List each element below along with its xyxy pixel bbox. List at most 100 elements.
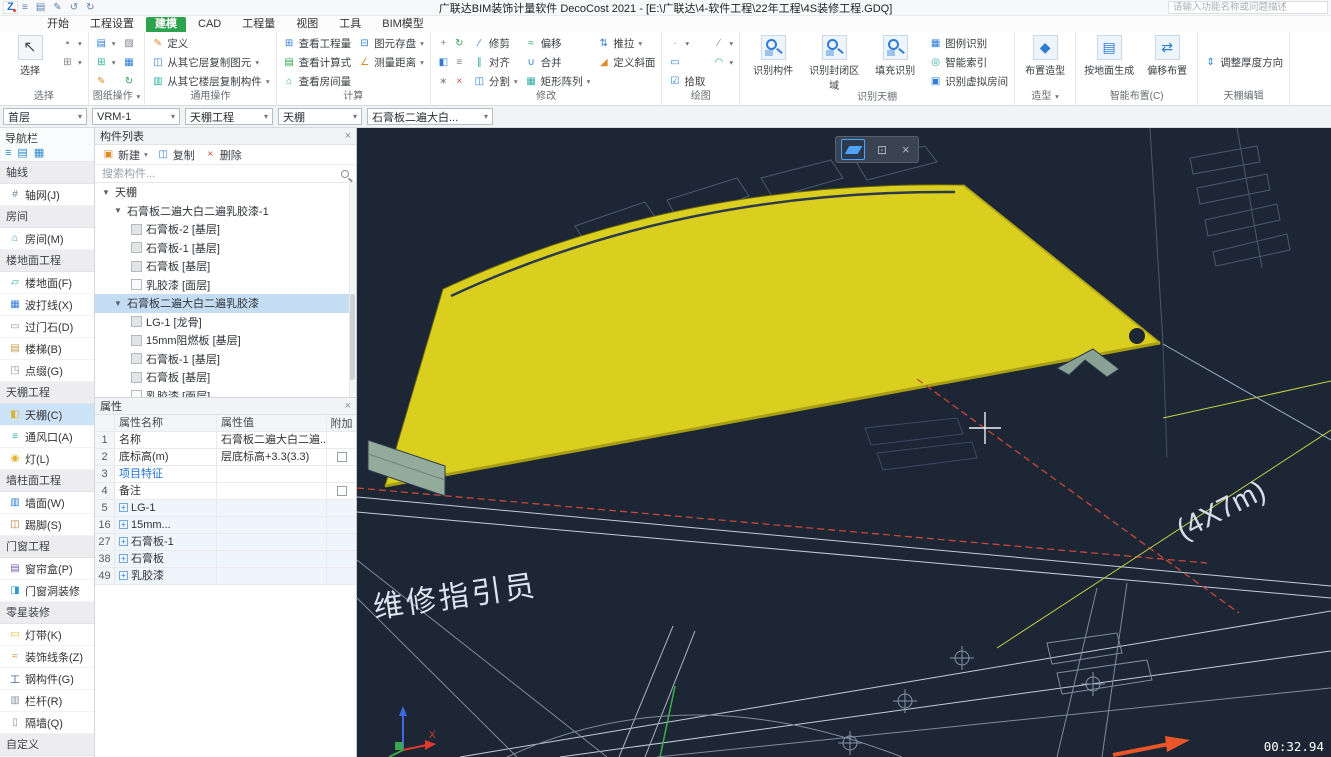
tab-view[interactable]: 视图: [287, 17, 327, 32]
sidebar-item-border-line[interactable]: ▦波打线(X): [0, 294, 94, 316]
sidebar-item-grid[interactable]: #轴网(J): [0, 184, 94, 206]
merge-button[interactable]: ∪合并: [523, 53, 593, 72]
function-search-input[interactable]: [1173, 2, 1323, 13]
pick-region-tool-button[interactable]: ⊡: [870, 139, 894, 160]
sidebar-item-steel-member[interactable]: 工钢构件(G): [0, 668, 94, 690]
expand-icon[interactable]: +: [119, 571, 128, 580]
nav-section-misc-finish[interactable]: 零星装修: [0, 602, 94, 624]
pick-checkbox-row[interactable]: ☑拾取: [666, 72, 707, 91]
tree-leaf[interactable]: 乳胶漆 [面层]: [95, 387, 356, 398]
tree-leaf[interactable]: 石膏板-2 [基层]: [95, 220, 356, 239]
rect-array-button[interactable]: ▦矩形阵列▾: [523, 72, 593, 91]
delete-component-button[interactable]: ×删除: [204, 147, 242, 163]
nav-section-ceiling-works[interactable]: 天棚工程: [0, 382, 94, 404]
undo-icon[interactable]: ↺: [66, 1, 82, 15]
tile-view-icon[interactable]: ▤: [17, 146, 27, 160]
component-search-input[interactable]: [102, 168, 337, 180]
group-label-sheet-ops[interactable]: 图纸操作 ▾: [93, 91, 141, 105]
view-quantity-button[interactable]: ⊞查看工程量: [281, 34, 354, 53]
sidebar-item-railing[interactable]: ▥栏杆(R): [0, 690, 94, 712]
draw-point-button[interactable]: ∙▾: [666, 34, 707, 53]
copy-from-layer-button[interactable]: ◫从其它层复制图元▾: [149, 53, 271, 72]
define-slope-button[interactable]: ◢定义斜面: [595, 53, 657, 72]
tree-scrollbar[interactable]: [349, 183, 356, 397]
expand-icon[interactable]: +: [119, 520, 128, 529]
function-search-box[interactable]: [1168, 1, 1328, 14]
legend-identify-button[interactable]: ▦图例识别: [927, 34, 1010, 53]
sideb​ar-item-vent[interactable]: ≡通风口(A): [0, 426, 94, 448]
box-select-button[interactable]: ⊞▾: [59, 53, 84, 72]
table-button[interactable]: ▦: [121, 53, 138, 72]
view-formula-button[interactable]: ▤查看计算式: [281, 53, 354, 72]
measure-distance-button[interactable]: ∠测量距离▾: [356, 53, 426, 72]
sidebar-item-light[interactable]: ◉灯(L): [0, 448, 94, 470]
edit-icon[interactable]: ✎: [49, 1, 65, 15]
close-icon[interactable]: ×: [345, 131, 351, 142]
tree-node-group2-selected[interactable]: ▼石膏板二遍大白二遍乳胶漆: [95, 294, 356, 313]
define-button[interactable]: ✎定义: [149, 34, 271, 53]
group-label-shape[interactable]: 造型 ▾: [1019, 91, 1071, 105]
scrollbar-thumb[interactable]: [350, 294, 355, 380]
sidebar-item-curtain-box[interactable]: ▤窗帘盒(P): [0, 558, 94, 580]
tab-modeling[interactable]: 建模: [146, 17, 186, 32]
attach-checkbox[interactable]: [337, 452, 347, 462]
tab-cad[interactable]: CAD: [189, 17, 230, 32]
sidebar-item-trim-line[interactable]: ≈装饰线条(Z): [0, 646, 94, 668]
sidebar-item-opening-finish[interactable]: ◨门窗洞装修: [0, 580, 94, 602]
region-select[interactable]: VRM-1▾: [92, 108, 180, 125]
sidebar-item-room[interactable]: ⌂房间(M): [0, 228, 94, 250]
sidebar-item-accent[interactable]: ◳点缀(G): [0, 360, 94, 382]
component-select[interactable]: 石膏板二遍大白...▾: [367, 108, 493, 125]
offset-button[interactable]: ≈偏移: [523, 34, 593, 53]
expand-icon[interactable]: +: [119, 554, 128, 563]
offset-place-button[interactable]: ⇄ 偏移布置: [1141, 34, 1193, 77]
delete-button[interactable]: ∗×: [435, 72, 468, 91]
category-select[interactable]: 天棚工程▾: [185, 108, 273, 125]
tree-leaf[interactable]: 石膏板-1 [基层]: [95, 350, 356, 369]
split-button[interactable]: ◫分割▾: [471, 72, 520, 91]
nav-section-custom[interactable]: 自定义: [0, 734, 94, 756]
align-button[interactable]: ∥对齐: [471, 53, 520, 72]
trim-button[interactable]: ∕修剪: [471, 34, 520, 53]
nav-section-wall-works[interactable]: 墙柱面工程: [0, 470, 94, 492]
panel-view-icon[interactable]: ▦: [34, 146, 44, 160]
sidebar-item-floor[interactable]: ▱楼地面(F): [0, 272, 94, 294]
tab-quantity[interactable]: 工程量: [233, 17, 284, 32]
tab-start[interactable]: 开始: [38, 17, 78, 32]
sidebar-item-ceiling[interactable]: ◧天棚(C): [0, 404, 94, 426]
locate-sheet-button[interactable]: ⊞▾: [93, 53, 118, 72]
tab-tools[interactable]: 工具: [330, 17, 370, 32]
push-pull-button[interactable]: ⇅推拉▾: [595, 34, 657, 53]
expand-icon[interactable]: +: [119, 503, 128, 512]
expand-icon[interactable]: +: [119, 537, 128, 546]
copy-from-floor-button[interactable]: ▥从其它楼层复制构件▾: [149, 72, 271, 91]
identify-component-button[interactable]: 识别构件: [744, 34, 802, 77]
identify-closed-region-button[interactable]: 识别封闭区域: [805, 34, 863, 92]
close-icon[interactable]: ×: [345, 401, 351, 412]
attach-checkbox[interactable]: [337, 486, 347, 496]
redo-icon[interactable]: ↻: [82, 1, 98, 15]
sidebar-item-threshold-stone[interactable]: ▭过门石(D): [0, 316, 94, 338]
nav-section-room[interactable]: 房间: [0, 206, 94, 228]
nav-section-floor-works[interactable]: 楼地面工程: [0, 250, 94, 272]
mirror-button[interactable]: ◧≡: [435, 53, 468, 72]
sidebar-item-skirting[interactable]: ◫踢脚(S): [0, 514, 94, 536]
copy-component-button[interactable]: ◫复制: [157, 147, 195, 163]
draw-line-button[interactable]: ∕▾: [710, 34, 735, 53]
component-search[interactable]: [95, 165, 356, 183]
draw-arc-button[interactable]: ◠▾: [710, 53, 735, 72]
new-component-button[interactable]: ▣新建▾: [102, 147, 148, 163]
select-button[interactable]: ↖ 选择: [4, 34, 56, 77]
identify-virtual-room-button[interactable]: ▣识别虚拟房间: [927, 72, 1010, 91]
restore-cad-button[interactable]: ▤▾: [93, 34, 118, 53]
place-shape-button[interactable]: ◆ 布置造型: [1019, 34, 1071, 77]
tree-leaf[interactable]: LG-1 [龙骨]: [95, 313, 356, 332]
tree-leaf[interactable]: 石膏板-1 [基层]: [95, 239, 356, 258]
sidebar-item-partition[interactable]: ▯隔墙(Q): [0, 712, 94, 734]
tree-leaf[interactable]: 石膏板 [基层]: [95, 368, 356, 387]
ceiling-slab[interactable]: [368, 185, 1160, 496]
batch-select-button[interactable]: ▪▾: [59, 34, 84, 53]
tab-project-settings[interactable]: 工程设置: [81, 17, 143, 32]
tree-leaf[interactable]: 15mm阻燃板 [基层]: [95, 331, 356, 350]
view-room-quantity-button[interactable]: ⌂查看房间量: [281, 72, 354, 91]
